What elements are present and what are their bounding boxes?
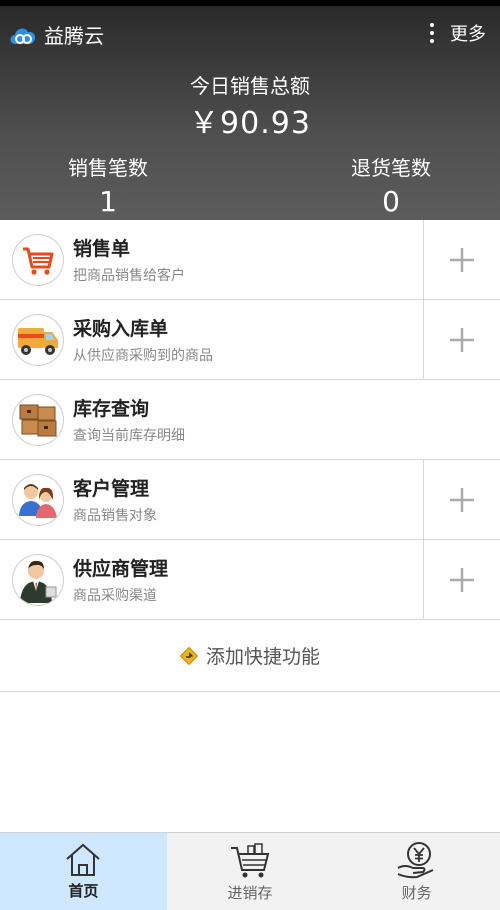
tab-inventory-label: 进销存 [227, 884, 273, 902]
app-name: 益腾云 [44, 24, 104, 48]
list-item-supplier-management[interactable]: 供应商管理 商品采购渠道 [0, 540, 500, 620]
add-supplier-button[interactable] [423, 540, 500, 620]
sales-count-label: 销售笔数 [68, 156, 148, 180]
delivery-truck-icon [12, 313, 64, 366]
item-subtitle: 商品采购渠道 [73, 588, 157, 604]
tab-home[interactable]: 首页 [0, 833, 167, 910]
item-subtitle: 查询当前库存明细 [73, 428, 185, 444]
list-item-purchase-order[interactable]: 采购入库单 从供应商采购到的商品 [0, 300, 500, 380]
shopping-cart-icon [12, 233, 64, 286]
home-icon [66, 843, 100, 876]
item-subtitle: 把商品销售给客户 [73, 268, 185, 284]
plus-icon [450, 248, 474, 272]
tab-finance-label: 财务 [401, 884, 432, 902]
boxes-icon [12, 393, 64, 446]
add-sales-order-button[interactable] [423, 220, 500, 300]
today-sales-title: 今日销售总额 [190, 74, 310, 98]
more-menu-button[interactable]: 更多 [430, 20, 486, 46]
sales-summary-header: 益腾云 更多 今日销售总额 ￥90.93 销售笔数 1 退货笔数 0 [0, 6, 500, 220]
returns-count-stat[interactable]: 退货笔数 0 [311, 152, 471, 218]
supplier-icon [12, 553, 64, 606]
item-title: 库存查询 [73, 398, 150, 420]
plus-icon [450, 568, 474, 592]
overflow-icon [430, 23, 434, 43]
item-title: 客户管理 [73, 478, 150, 500]
list-item-customer-management[interactable]: 客户管理 商品销售对象 [0, 460, 500, 540]
sales-count-stat[interactable]: 销售笔数 1 [28, 152, 188, 218]
plus-icon [450, 488, 474, 512]
tab-finance[interactable]: 财务 [333, 833, 500, 910]
tab-inventory[interactable]: 进销存 [167, 833, 334, 910]
list-item-inventory-query[interactable]: 库存查询 查询当前库存明细 [0, 380, 500, 460]
bottom-tab-bar: 首页 进销存 财务 [0, 832, 500, 910]
returns-count-value: 0 [382, 185, 400, 218]
item-title: 采购入库单 [73, 318, 169, 340]
item-subtitle: 从供应商采购到的商品 [73, 348, 213, 364]
function-list: 销售单 把商品销售给客户 采购入库单 从供应商采购到的商品 库存查询 查询当前库… [0, 220, 500, 692]
customers-icon [12, 473, 64, 526]
tab-home-label: 首页 [68, 882, 99, 900]
add-purchase-order-button[interactable] [423, 300, 500, 380]
diamond-arrow-icon [179, 646, 198, 665]
list-item-sales-order[interactable]: 销售单 把商品销售给客户 [0, 220, 500, 300]
yen-hand-icon [397, 842, 434, 879]
cloud-logo-icon [10, 27, 36, 44]
add-customer-button[interactable] [423, 460, 500, 540]
item-title: 供应商管理 [73, 558, 169, 580]
add-shortcut-button[interactable]: 添加快捷功能 [0, 620, 500, 692]
cart-icon [231, 843, 270, 878]
app-brand: 益腾云 [8, 20, 104, 49]
sales-count-value: 1 [99, 185, 117, 218]
today-sales-value: ￥90.93 [189, 106, 311, 141]
item-title: 销售单 [73, 238, 131, 260]
item-subtitle: 商品销售对象 [73, 508, 157, 524]
more-label: 更多 [450, 24, 486, 45]
add-shortcut-label: 添加快捷功能 [205, 646, 320, 668]
plus-icon [450, 328, 474, 352]
returns-count-label: 退货笔数 [351, 156, 431, 180]
